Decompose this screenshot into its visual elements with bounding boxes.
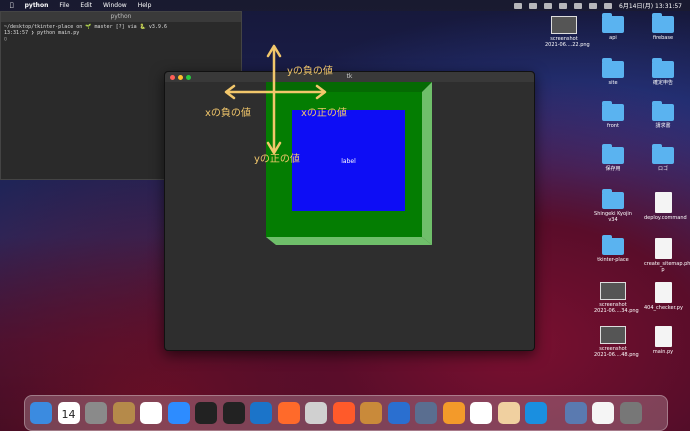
desktop-icon-label: screenshot 2021-06....34.png <box>594 302 639 314</box>
x-negative-label: xの負の値 <box>205 108 251 119</box>
folder-icon <box>652 144 674 164</box>
camera-icon[interactable] <box>415 402 437 424</box>
desktop-icon[interactable]: 404_checker.py <box>644 282 683 311</box>
desktop-icon[interactable]: 確定申告 <box>644 58 682 86</box>
desktop-icon-label: 確定申告 <box>652 80 673 86</box>
image-icon <box>551 16 577 34</box>
document-icon <box>654 238 672 259</box>
document-icon <box>654 326 672 347</box>
desktop-icon-label: create_sitemap.ph p <box>644 261 690 273</box>
y-negative-label: yの負の値 <box>287 66 333 77</box>
photos-icon[interactable] <box>497 402 520 424</box>
folder-icon <box>602 58 624 78</box>
desktop-icon[interactable]: 保存用 <box>594 144 632 172</box>
folder-icon <box>602 235 624 255</box>
docker-icon[interactable] <box>387 402 410 424</box>
archive-icon[interactable] <box>112 402 135 424</box>
drawio-icon[interactable] <box>442 402 465 424</box>
desktop-icon[interactable]: 請求書 <box>644 101 682 129</box>
image-icon <box>600 282 626 300</box>
terminal-icon[interactable] <box>195 402 217 424</box>
desktop-icon-label: ロゴ <box>657 166 668 172</box>
folder-icon <box>602 144 624 164</box>
document-icon <box>654 282 672 303</box>
desktop-icon-label: site <box>608 80 618 86</box>
postman-icon[interactable] <box>470 402 492 424</box>
desktop-icon-label: front <box>607 123 619 129</box>
desktop-icon-label: Shingeki Kyojin v34 <box>594 211 632 223</box>
axis-arrows <box>224 44 327 155</box>
desktop-icon-label: firebase <box>652 35 674 41</box>
y-positive-label: yの正の値 <box>254 154 300 165</box>
zoom-icon[interactable] <box>167 402 190 424</box>
desktop-icon-label: main.py <box>652 349 674 355</box>
stack-icon[interactable] <box>305 402 327 424</box>
calendar-day: 14 <box>61 408 76 421</box>
image-icon <box>600 326 626 344</box>
document-icon <box>654 192 672 213</box>
finder-icon[interactable] <box>30 402 52 424</box>
desktop-icon[interactable]: ロゴ <box>644 144 682 172</box>
folder-icon <box>602 189 624 209</box>
desktop-icon[interactable]: firebase <box>644 13 682 41</box>
desktop-icon[interactable]: Shingeki Kyojin v34 <box>594 189 632 223</box>
system-preferences-icon[interactable] <box>85 402 107 424</box>
desktop-icon[interactable]: main.py <box>644 326 682 355</box>
desktop-icon[interactable]: site <box>594 58 632 86</box>
folder-icon <box>652 13 674 33</box>
x-positive-label: xの正の値 <box>301 108 347 119</box>
monitor-icon[interactable] <box>332 402 355 424</box>
document-icon[interactable] <box>592 402 614 424</box>
safari-icon[interactable] <box>277 402 300 424</box>
calendar-icon[interactable]: 14 <box>57 402 80 424</box>
desktop-icon[interactable]: tkinter-place <box>594 235 632 263</box>
desktop-icon-label: deploy.command <box>644 215 687 221</box>
infinity-icon[interactable] <box>525 402 547 424</box>
desktop-icon[interactable]: screenshot 2021-06....34.png <box>594 282 639 314</box>
desktop-icon-label: 請求書 <box>655 123 671 129</box>
desktop-icon-label: tkinter-place <box>597 257 629 263</box>
desktop-icon[interactable]: api <box>594 13 632 41</box>
folder-icon <box>652 58 674 78</box>
app-icon[interactable] <box>360 402 382 424</box>
desktop-icon-label: screenshot 2021-06....48.png <box>594 346 639 358</box>
folder-icon <box>602 101 624 121</box>
dock: 14 <box>24 395 668 431</box>
vscode-icon[interactable] <box>250 402 272 424</box>
desktop-icon-label: 保存用 <box>605 166 621 172</box>
terminal2-icon[interactable] <box>222 402 245 424</box>
desktop-icon-label: 404_checker.py <box>644 305 683 311</box>
desktop-icon[interactable]: create_sitemap.ph p <box>644 238 690 273</box>
trash-icon[interactable] <box>619 402 642 424</box>
desktop-icon-label: api <box>609 35 617 41</box>
desktop-icon-label: screenshot 2021-06....22.png <box>545 36 590 48</box>
preview-icon[interactable] <box>564 402 587 424</box>
chrome-icon[interactable] <box>140 402 162 424</box>
folder-icon <box>602 13 624 33</box>
desktop-icon[interactable]: front <box>594 101 632 129</box>
desktop-icon[interactable]: deploy.command <box>644 192 687 221</box>
desktop-icon[interactable]: screenshot 2021-06....22.png <box>545 16 590 48</box>
desktop-icon[interactable]: screenshot 2021-06....48.png <box>594 326 639 358</box>
folder-icon <box>652 101 674 121</box>
